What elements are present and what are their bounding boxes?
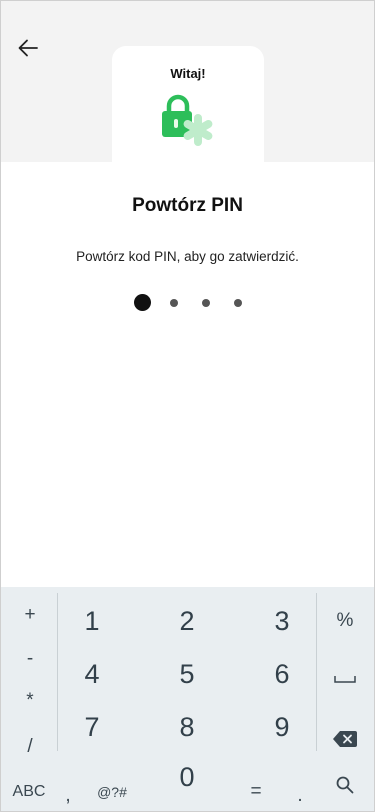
search-key[interactable] [322, 770, 368, 800]
back-button[interactable] [14, 36, 42, 60]
page-title: Powtórz PIN [132, 195, 243, 216]
key-0[interactable]: 0 [157, 759, 217, 795]
backspace-icon [333, 731, 357, 747]
key-7[interactable]: 7 [62, 709, 122, 745]
key-equals[interactable]: = [244, 780, 268, 804]
search-icon [336, 776, 354, 794]
key-percent[interactable]: % [322, 609, 368, 633]
key-multiply[interactable]: * [8, 689, 52, 713]
card-title: Witaj! [170, 66, 206, 81]
pin-dot-current [134, 294, 151, 311]
keyboard-divider [57, 593, 58, 751]
pin-instruction: Powtórz kod PIN, aby go zatwierdzić. [76, 249, 299, 264]
key-4[interactable]: 4 [62, 656, 122, 692]
welcome-card: Witaj! [112, 46, 264, 186]
key-period[interactable]: . [288, 784, 312, 808]
key-1[interactable]: 1 [62, 603, 122, 639]
lock-asterisk-icon [162, 94, 213, 146]
backspace-key[interactable] [322, 727, 368, 751]
key-2[interactable]: 2 [157, 603, 217, 639]
pin-dot [202, 299, 210, 307]
pin-dot [170, 299, 178, 307]
key-comma[interactable]: , [56, 784, 80, 808]
key-minus[interactable]: - [8, 647, 52, 671]
space-bar-icon [334, 676, 356, 683]
key-divide[interactable]: / [8, 735, 52, 759]
key-5[interactable]: 5 [157, 656, 217, 692]
pin-dot [234, 299, 242, 307]
pin-indicator [0, 294, 375, 312]
arrow-left-icon [18, 39, 38, 57]
key-8[interactable]: 8 [157, 709, 217, 745]
key-symbols[interactable]: @?# [88, 780, 136, 804]
key-6[interactable]: 6 [252, 656, 312, 692]
key-space[interactable] [322, 667, 368, 691]
numeric-keyboard: + - * / 1 2 3 4 5 6 7 8 9 % ABC , @?# 0 … [0, 587, 375, 812]
key-3[interactable]: 3 [252, 603, 312, 639]
key-9[interactable]: 9 [252, 709, 312, 745]
key-plus[interactable]: + [8, 603, 52, 627]
abc-key[interactable]: ABC [4, 780, 54, 804]
keyboard-divider [316, 593, 317, 751]
